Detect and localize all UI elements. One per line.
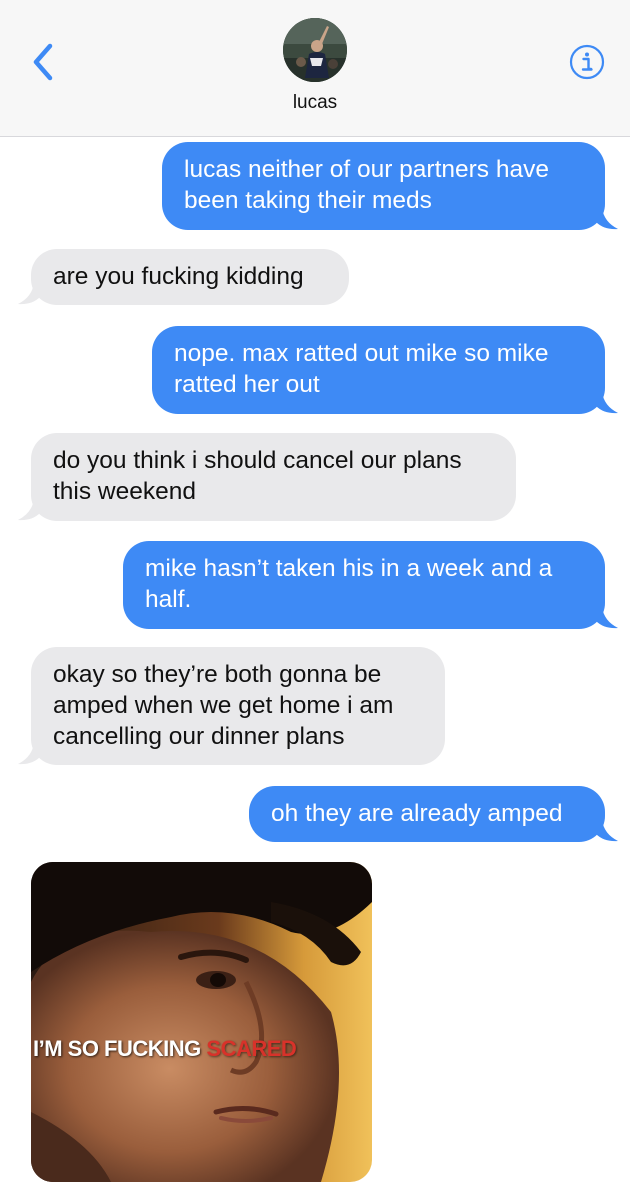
message-text-line: mike hasn’t taken his in a week and a <box>145 555 553 582</box>
info-icon <box>569 44 605 80</box>
image-message[interactable] <box>31 862 372 1182</box>
message-bubble-sent[interactable]: oh they are already amped <box>249 786 605 842</box>
message-text-line: amped when we get home i am <box>53 692 394 719</box>
message-text-line: this weekend <box>53 478 197 505</box>
bubble-tail-sent <box>596 208 618 230</box>
message-text-line: cancelling our dinner plans <box>53 723 345 750</box>
message-text-line: oh they are already amped <box>271 800 563 827</box>
bubble-tail-received <box>18 283 40 305</box>
messages-screen: lucas lucas neither of our partners have… <box>0 0 630 1199</box>
chevron-left-icon <box>33 43 53 81</box>
message-bubble-sent[interactable]: lucas neither of our partners have been … <box>162 142 605 230</box>
message-text-line: do you think i should cancel our plans <box>53 447 462 474</box>
message-text-line: okay so they’re both gonna be <box>53 661 382 688</box>
conversation-header: lucas <box>0 0 630 137</box>
message-bubble-received[interactable]: do you think i should cancel our plans t… <box>31 433 516 521</box>
bubble-tail-sent <box>596 392 618 414</box>
contact-name[interactable]: lucas <box>0 92 630 114</box>
message-bubble-sent[interactable]: mike hasn’t taken his in a week and a ha… <box>123 541 605 629</box>
message-text-line: are you fucking kidding <box>53 263 304 290</box>
back-button[interactable] <box>26 40 66 84</box>
message-text-line: half. <box>145 586 192 613</box>
meme-photo <box>31 862 372 1182</box>
message-text-line: lucas neither of our partners have <box>184 156 549 183</box>
message-text-line: been taking their meds <box>184 187 432 214</box>
info-button[interactable] <box>568 43 606 81</box>
avatar-photo <box>283 18 347 82</box>
contact-avatar[interactable] <box>283 18 347 82</box>
bubble-tail-sent <box>596 607 618 629</box>
bubble-tail-sent <box>596 820 618 842</box>
message-text-line: ratted her out <box>174 371 320 398</box>
bubble-tail-received <box>18 499 40 521</box>
message-bubble-sent[interactable]: nope. max ratted out mike so mike ratted… <box>152 326 605 414</box>
message-text-line: nope. max ratted out mike so mike <box>174 340 549 367</box>
bubble-tail-received <box>18 743 40 765</box>
message-bubble-received[interactable]: okay so they’re both gonna be amped when… <box>31 647 445 765</box>
message-bubble-received[interactable]: are you fucking kidding <box>31 249 349 305</box>
